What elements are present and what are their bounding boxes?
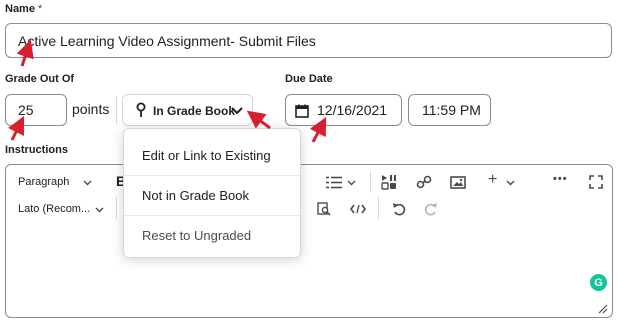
arrow-grade-book (246, 110, 271, 130)
due-date-label: Due Date (285, 73, 333, 85)
add-icon[interactable]: + (488, 171, 497, 189)
pin-icon (136, 102, 146, 117)
link-icon[interactable] (416, 174, 432, 190)
menu-item-edit-or-link[interactable]: Edit or Link to Existing (124, 135, 300, 175)
list-icon[interactable] (326, 176, 342, 189)
grade-divider (116, 96, 117, 124)
image-icon[interactable] (450, 176, 466, 189)
chevron-down-icon[interactable] (347, 180, 356, 186)
due-time-input[interactable]: 11:59 PM (408, 94, 491, 126)
paragraph-format-select[interactable]: Paragraph (18, 176, 69, 188)
points-label: points (72, 101, 110, 117)
grammarly-icon[interactable]: G (590, 274, 607, 291)
name-label: Name * (5, 3, 43, 15)
arrow-due-date (309, 117, 327, 143)
undo-icon[interactable] (392, 202, 406, 216)
grade-book-menu: Edit or Link to Existing Not in Grade Bo… (123, 128, 301, 258)
grade-out-of-label: Grade Out Of (5, 73, 75, 85)
instructions-label: Instructions (5, 144, 68, 156)
name-input[interactable]: Active Learning Video Assignment- Submit… (5, 23, 612, 58)
due-time-value: 11:59 PM (422, 102, 481, 118)
chevron-down-icon[interactable] (95, 207, 104, 213)
font-family-select[interactable]: Lato (Recom... (18, 203, 90, 215)
chevron-down-icon (231, 107, 243, 115)
name-input-value: Active Learning Video Assignment- Submit… (18, 32, 316, 49)
grade-book-button[interactable]: In Grade Book (122, 94, 253, 126)
chevron-down-icon[interactable] (506, 180, 515, 186)
toolbar-divider (116, 197, 117, 219)
arrow-grade (7, 115, 25, 141)
toolbar-divider (370, 171, 371, 193)
grade-input-value: 25 (18, 102, 34, 118)
resize-handle-icon[interactable] (598, 304, 608, 314)
instructions-editor[interactable]: Paragraph B + ••• Lato (Recom... G (5, 164, 613, 318)
fullscreen-icon[interactable] (589, 175, 603, 189)
insert-stuff-icon[interactable] (381, 174, 397, 190)
due-date-value: 12/16/2021 (317, 102, 388, 118)
chevron-down-icon[interactable] (83, 180, 92, 186)
menu-item-reset-to-ungraded[interactable]: Reset to Ungraded (124, 215, 300, 255)
menu-item-not-in-grade-book[interactable]: Not in Grade Book (124, 175, 300, 215)
paragraph-format-label: Paragraph (18, 176, 70, 188)
toolbar-divider (378, 197, 379, 219)
source-code-icon[interactable] (350, 204, 366, 214)
font-family-label: Lato (Recom... (18, 203, 91, 215)
redo-icon[interactable] (424, 202, 438, 216)
find-replace-icon[interactable] (317, 202, 331, 216)
due-date-input[interactable]: 12/16/2021 (285, 94, 402, 126)
more-icon[interactable]: ••• (553, 173, 568, 185)
grade-input[interactable]: 25 (5, 94, 67, 126)
calendar-icon (295, 104, 309, 118)
grade-book-button-label: In Grade Book (153, 104, 236, 118)
